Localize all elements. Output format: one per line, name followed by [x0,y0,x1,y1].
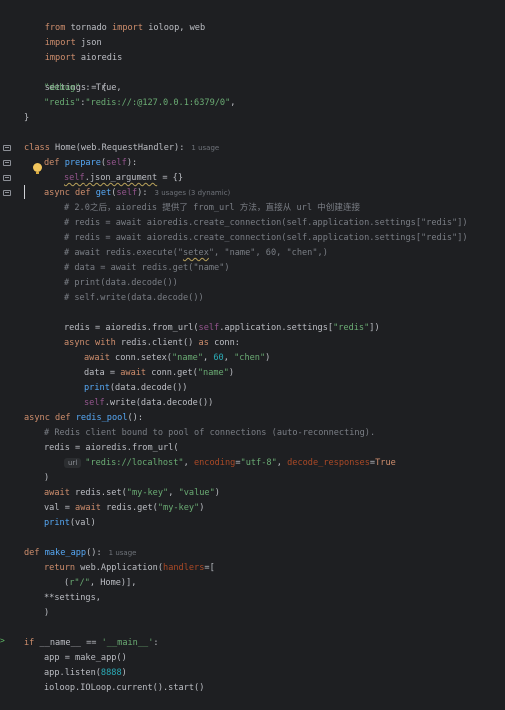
comment-line[interactable]: # self.write(data.decode()) [64,291,204,306]
function-def-line[interactable]: def make_app(): 1 usage [24,546,136,561]
code-line[interactable]: ) [44,471,49,486]
code-line[interactable]: val = await redis.get("my-key") [44,501,204,516]
comment-line[interactable]: # redis = await aioredis.create_connecti… [64,231,468,246]
code-line[interactable]: redis = aioredis.from_url(self.applicati… [64,321,380,336]
code-line[interactable]: **settings, [44,591,101,606]
code-line[interactable]: redis = aioredis.from_url( [44,441,179,456]
main-guard-line[interactable]: if __name__ == '__main__': [24,636,159,651]
method-def-line[interactable]: def prepare(self): [44,156,137,171]
usage-hint[interactable]: 1 usage [109,549,137,557]
code-line[interactable]: await conn.setex("name", 60, "chen") [84,351,270,366]
text-caret [24,185,25,199]
code-line[interactable]: import aioredis [24,36,123,63]
code-line[interactable]: self.write(data.decode()) [84,396,213,411]
comment-line[interactable]: # data = await redis.get("name") [64,261,230,276]
code-line[interactable]: import json [24,21,102,48]
code-line[interactable]: url "redis://localhost", encoding="utf-8"… [64,456,396,471]
comment-line[interactable]: # print(data.decode()) [64,276,178,291]
code-line[interactable]: print(val) [44,516,96,531]
usage-hint[interactable]: 3 usages (3 dynamic) [155,189,231,197]
code-line[interactable]: self.json_argument = {} [64,171,183,186]
comment-line[interactable]: # await redis.execute("setex", "name", 6… [64,246,328,261]
code-line[interactable]: await redis.set("my-key", "value") [44,486,220,501]
lightbulb-icon[interactable] [33,163,42,174]
code-line[interactable]: async with redis.client() as conn: [64,336,240,351]
code-line[interactable]: from tornado import ioloop, web [24,6,205,33]
comment-line[interactable]: # 2.0之后，aioredis 提供了 from_url 方法，直接从 url… [64,201,360,216]
function-def-line[interactable]: async def redis_pool(): [24,411,143,426]
method-override-icon[interactable] [3,175,11,181]
code-line[interactable]: } [24,111,29,126]
code-line[interactable]: ) [44,606,49,621]
code-line[interactable]: settings = { [24,66,107,93]
code-line[interactable]: print(data.decode()) [84,381,187,396]
method-override-icon[interactable] [3,190,11,196]
code-line[interactable]: data = await conn.get("name") [84,366,234,381]
dict-key: "debug" [44,83,81,93]
comment-line[interactable]: # Redis client bound to pool of connecti… [44,426,375,441]
comment-line[interactable]: # redis = await aioredis.create_connecti… [64,216,468,231]
code-line[interactable]: app = make_app() [44,651,127,666]
code-line[interactable]: app.listen(8888) [44,666,127,681]
run-arrow-icon[interactable]: > [0,637,6,645]
code-line[interactable]: (r"/", Home)], [64,576,136,591]
code-line[interactable]: ioloop.IOLoop.current().start() [44,681,204,696]
method-def-line[interactable]: async def get(self): 3 usages (3 dynamic) [44,186,230,201]
method-override-icon[interactable] [3,145,11,151]
code-line[interactable]: "redis":"redis://:@127.0.0.1:6379/0", [44,96,235,111]
code-line[interactable]: return web.Application(handlers=[ [44,561,215,576]
code-editor[interactable]: > from tornado import ioloop, web import… [0,0,505,710]
usage-hint[interactable]: 1 usage [191,144,219,152]
code-line[interactable]: "debug" : True, [44,81,122,96]
class-def-line[interactable]: class Home(web.RequestHandler): 1 usage [24,141,219,156]
parameter-hint: url [64,458,82,468]
method-override-icon[interactable] [3,160,11,166]
